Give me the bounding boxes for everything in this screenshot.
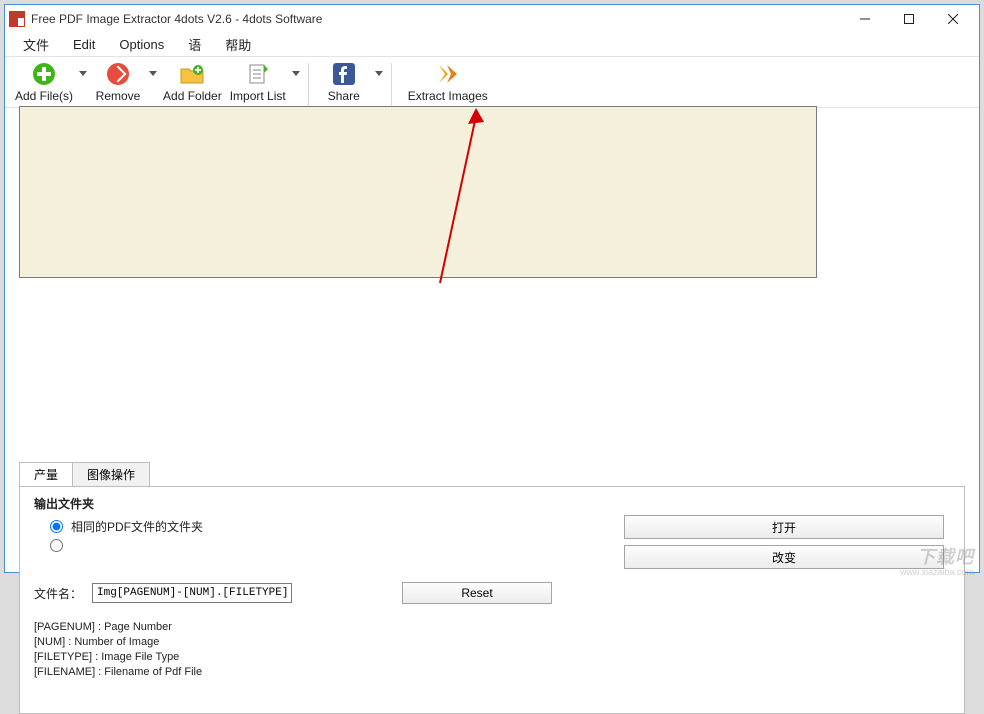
remove-button[interactable]: Remove	[89, 61, 147, 103]
output-folder-group-label: 输出文件夹	[34, 495, 950, 512]
remove-dropdown[interactable]	[147, 61, 159, 76]
import-list-button[interactable]: Import List	[226, 61, 290, 103]
plus-icon	[31, 61, 57, 87]
extract-images-button[interactable]: Extract Images	[398, 61, 498, 103]
add-file-dropdown[interactable]	[77, 61, 89, 76]
tab-output[interactable]: 产量	[19, 462, 73, 486]
menu-language[interactable]: 语	[178, 33, 211, 56]
add-file-button[interactable]: Add File(s)	[11, 61, 77, 103]
share-label: Share	[328, 89, 360, 103]
minimize-button[interactable]	[843, 5, 887, 33]
toolbar-separator	[308, 63, 309, 107]
window-title: Free PDF Image Extractor 4dots V2.6 - 4d…	[31, 12, 843, 26]
help-filename: [FILENAME] : Filename of Pdf File	[34, 665, 950, 680]
minimize-icon	[860, 14, 870, 24]
menubar: 文件 Edit Options 语 帮助	[5, 33, 979, 57]
change-button[interactable]: 改变	[624, 545, 944, 569]
import-list-dropdown[interactable]	[290, 61, 302, 76]
add-folder-label: Add Folder	[163, 89, 222, 103]
close-icon	[948, 14, 958, 24]
help-pagenum: [PAGENUM] : Page Number	[34, 620, 950, 635]
open-button[interactable]: 打开	[624, 515, 944, 539]
toolbar-separator-2	[391, 63, 392, 107]
radio-same-folder[interactable]	[50, 520, 63, 533]
menu-edit[interactable]: Edit	[63, 35, 105, 54]
filename-input[interactable]	[92, 583, 292, 603]
import-list-icon	[245, 61, 271, 87]
import-list-label: Import List	[230, 89, 286, 103]
filename-row: 文件名： Reset	[34, 582, 950, 604]
app-window: Free PDF Image Extractor 4dots V2.6 - 4d…	[4, 4, 980, 573]
file-list-panel[interactable]	[19, 106, 817, 278]
close-button[interactable]	[931, 5, 975, 33]
reset-button[interactable]: Reset	[402, 582, 552, 604]
maximize-button[interactable]	[887, 5, 931, 33]
window-controls	[843, 5, 975, 33]
radio-custom-folder[interactable]	[50, 539, 63, 552]
menu-help[interactable]: 帮助	[215, 33, 261, 56]
menu-file[interactable]: 文件	[13, 33, 59, 56]
toolbar: Add File(s) Remove Add Folder Import Lis…	[5, 57, 979, 108]
add-folder-button[interactable]: Add Folder	[159, 61, 226, 103]
folder-plus-icon	[179, 61, 205, 87]
filename-label: 文件名：	[34, 585, 82, 602]
tab-strip: 产量 图像操作	[19, 462, 965, 486]
app-icon	[9, 11, 25, 27]
tab-image-operations[interactable]: 图像操作	[72, 462, 150, 486]
watermark: 下载吧	[917, 543, 974, 569]
add-file-label: Add File(s)	[15, 89, 73, 103]
filename-help: [PAGENUM] : Page Number [NUM] : Number o…	[34, 620, 950, 679]
share-dropdown[interactable]	[373, 61, 385, 76]
tabs: 产量 图像操作 输出文件夹 相同的PDF文件的文件夹 打开 改变 文件名： Re…	[19, 462, 965, 714]
remove-label: Remove	[96, 89, 141, 103]
radio-same-folder-label: 相同的PDF文件的文件夹	[71, 518, 203, 535]
help-filetype: [FILETYPE] : Image File Type	[34, 650, 950, 665]
watermark-url: www.xiazaiba.com	[900, 567, 974, 577]
remove-icon	[105, 61, 131, 87]
facebook-icon	[331, 61, 357, 87]
menu-options[interactable]: Options	[109, 35, 174, 54]
maximize-icon	[904, 14, 914, 24]
titlebar: Free PDF Image Extractor 4dots V2.6 - 4d…	[5, 5, 979, 33]
extract-icon	[435, 61, 461, 87]
extract-images-label: Extract Images	[408, 89, 488, 103]
tab-body-output: 输出文件夹 相同的PDF文件的文件夹 打开 改变 文件名： Reset [PAG…	[19, 486, 965, 714]
content-area	[5, 108, 979, 286]
share-button[interactable]: Share	[315, 61, 373, 103]
help-num: [NUM] : Number of Image	[34, 635, 950, 650]
